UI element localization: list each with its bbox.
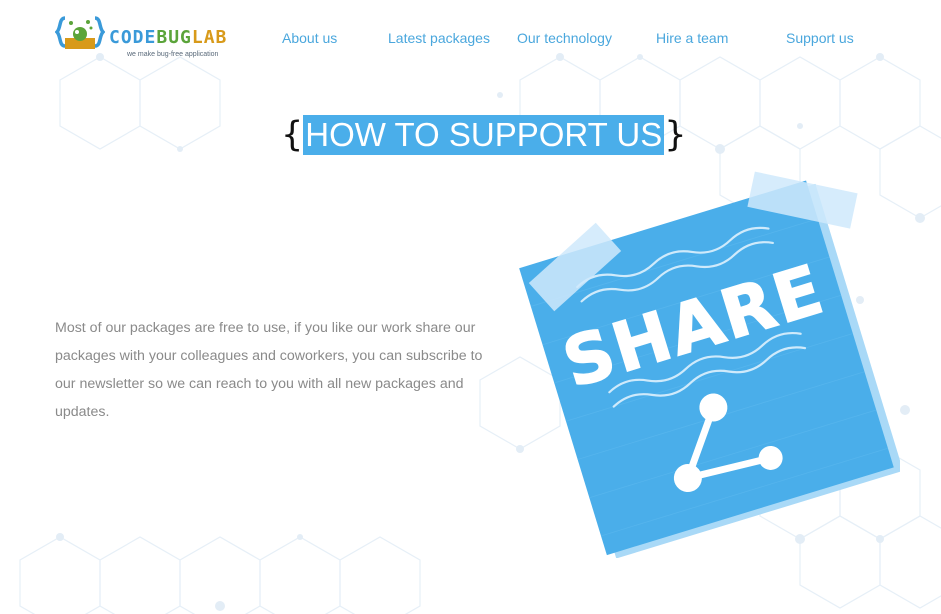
support-description: Most of our packages are free to use, if… — [55, 320, 483, 421]
logo-tagline: we make bug-free application — [127, 51, 219, 58]
brace-close: } — [664, 115, 687, 155]
nav-about-us[interactable]: About us — [282, 30, 337, 46]
logo-wordmark: CODEBUGLAB — [109, 27, 227, 49]
nav-support-us[interactable]: Support us — [786, 30, 854, 46]
logo-mark-icon — [55, 16, 105, 49]
logo-word-code: CODE — [109, 27, 157, 48]
logo-word-bug: BUG — [156, 27, 192, 48]
nav-hire-a-team[interactable]: Hire a team — [656, 30, 728, 46]
share-sticky-note-illustration: SHARE — [519, 171, 900, 558]
site-header: CODEBUGLAB we make bug-free application … — [0, 0, 941, 80]
page-title: HOW TO SUPPORT US — [303, 115, 665, 155]
brace-open: { — [281, 115, 304, 155]
nav-our-technology[interactable]: Our technology — [517, 30, 612, 46]
page-heading: {HOW TO SUPPORT US} — [281, 115, 687, 155]
brand-logo[interactable]: CODEBUGLAB we make bug-free application — [55, 14, 255, 64]
nav-latest-packages[interactable]: Latest packages — [388, 30, 490, 46]
logo-word-lab: LAB — [191, 27, 228, 48]
